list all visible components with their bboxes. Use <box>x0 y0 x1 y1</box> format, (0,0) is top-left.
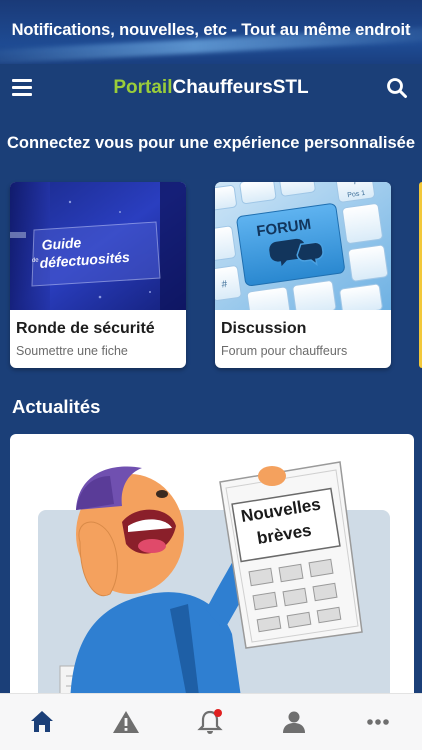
app-title: PortailChauffeursSTL <box>0 77 422 99</box>
forum-keyboard-image: 7 Pos 1 FORUM # <box>215 182 391 310</box>
card-title: Discussion <box>221 320 307 337</box>
warning-icon <box>113 711 139 733</box>
app-title-accent: Portail <box>113 77 173 98</box>
card-discussion[interactable]: 7 Pos 1 FORUM # Discussion Forum pour ch… <box>215 182 391 368</box>
nav-home[interactable] <box>0 694 84 750</box>
news-card[interactable]: Nouvelles brèves <box>10 434 414 704</box>
card-title: Ronde de sécurité <box>16 320 155 337</box>
promo-banner-text: Notifications, nouvelles, etc - Tout au … <box>11 21 411 39</box>
notification-badge <box>214 709 222 717</box>
app-bar: PortailChauffeursSTL <box>0 64 422 114</box>
news-heading: Actualités <box>12 396 101 417</box>
bell-notification-icon <box>197 709 223 734</box>
profile-icon <box>283 711 305 733</box>
nav-alerts[interactable] <box>84 694 168 750</box>
nouvelles-breves-illustration: Nouvelles brèves <box>38 461 390 704</box>
key-7-text: 7 <box>352 182 358 186</box>
promo-banner: Notifications, nouvelles, etc - Tout au … <box>0 0 422 64</box>
home-icon <box>31 711 53 732</box>
app-title-main: ChauffeursSTL <box>172 77 309 98</box>
guide-small-text: de <box>32 257 40 263</box>
more-icon <box>367 719 389 725</box>
search-icon[interactable] <box>386 77 408 99</box>
card-subtitle: Forum pour chauffeurs <box>221 344 348 358</box>
nav-more[interactable] <box>336 694 420 750</box>
nav-profile[interactable] <box>252 694 336 750</box>
card-subtitle: Soumettre une fiche <box>16 344 128 358</box>
guide-text: Guide <box>41 234 82 253</box>
guide-defectuosites-image: Guide de défectuosités <box>10 182 186 310</box>
intro-text: Connectez vous pour une expérience perso… <box>6 134 416 152</box>
nav-notifications[interactable] <box>168 694 252 750</box>
card-ronde-securite[interactable]: Guide de défectuosités Ronde de sécurité… <box>10 182 186 368</box>
bottom-navigation <box>0 693 422 750</box>
